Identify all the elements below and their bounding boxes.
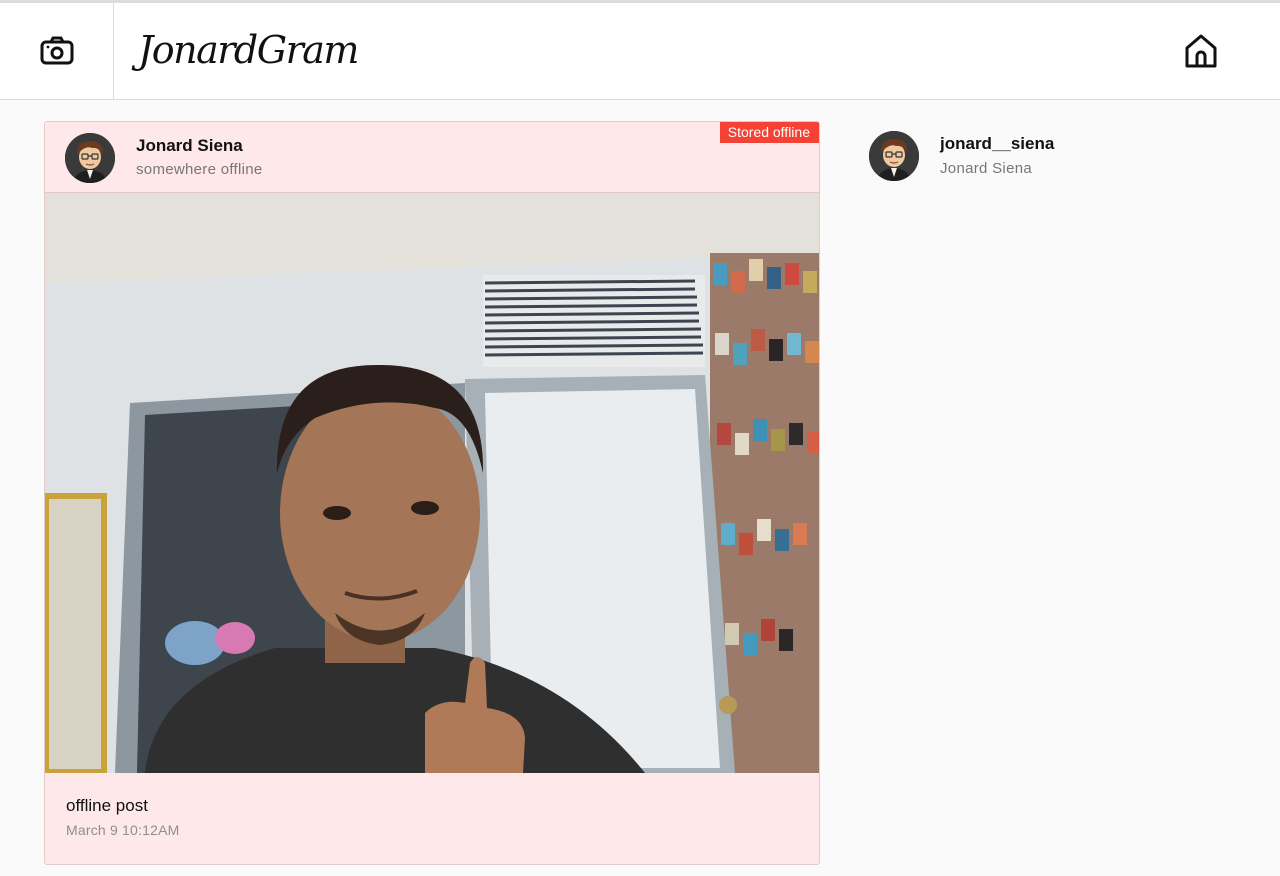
home-icon [1185, 34, 1217, 68]
post-header: Jonard Siena somewhere offline [45, 122, 819, 193]
post-photo[interactable] [45, 193, 819, 773]
avatar[interactable] [65, 133, 115, 183]
stored-offline-badge: Stored offline [719, 122, 819, 143]
avatar-image [65, 133, 115, 183]
avatar[interactable] [869, 131, 919, 181]
camera-button[interactable] [0, 3, 114, 99]
post-author-name[interactable]: Jonard Siena [136, 136, 243, 156]
post-caption: offline post [66, 796, 148, 815]
post-location: somewhere offline [136, 161, 263, 178]
app-logo[interactable]: JonardGram [138, 25, 359, 75]
home-button[interactable] [1182, 31, 1220, 71]
sidebar-full-name: Jonard Siena [940, 160, 1032, 177]
post-photo-image [45, 193, 819, 773]
app-header: JonardGram [0, 3, 1280, 100]
post-timestamp: March 9 10:12AM [66, 822, 180, 838]
sidebar-profile[interactable]: jonard__siena Jonard Siena [869, 130, 1229, 182]
post-card: Jonard Siena somewhere offline Stored of… [44, 121, 820, 865]
camera-icon [40, 36, 73, 65]
sidebar-username[interactable]: jonard__siena [940, 134, 1054, 154]
avatar-image [869, 131, 919, 181]
